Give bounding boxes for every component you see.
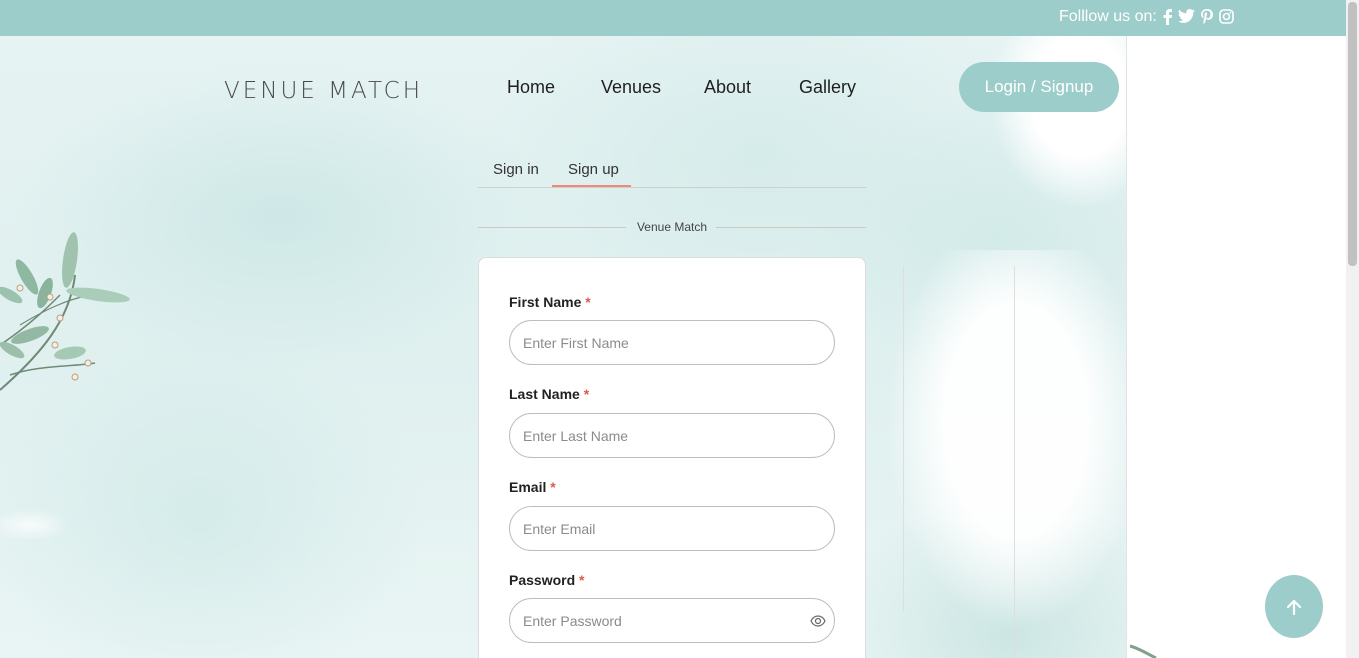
signup-form: First Name * Last Name * Email * Passwor… (478, 257, 866, 658)
password-label: Password * (509, 572, 585, 588)
follow-label: Folllow us on: (1059, 8, 1157, 25)
divider-line (478, 227, 626, 228)
scrollbar-thumb[interactable] (1348, 2, 1357, 266)
right-panel (1126, 36, 1347, 658)
leaf-decoration-icon (1129, 644, 1157, 658)
nav-gallery[interactable]: Gallery (799, 77, 856, 98)
background-splash (866, 250, 1126, 658)
twitter-icon[interactable] (1177, 9, 1195, 23)
pinterest-icon[interactable] (1200, 9, 1213, 25)
site-logo[interactable]: VENUE MATCH (224, 78, 423, 104)
password-field[interactable] (509, 598, 835, 643)
last-name-field[interactable] (509, 413, 835, 458)
background-splash (0, 505, 80, 545)
nav-home[interactable]: Home (507, 77, 555, 98)
top-bar: Folllow us on: (0, 0, 1346, 36)
tab-sign-in[interactable]: Sign in (493, 161, 539, 178)
tab-sign-up[interactable]: Sign up (568, 161, 619, 178)
eye-icon[interactable] (810, 615, 826, 627)
facebook-icon[interactable] (1163, 9, 1172, 25)
nav-about[interactable]: About (704, 77, 751, 98)
email-field[interactable] (509, 506, 835, 551)
section-divider: Venue Match (478, 220, 866, 236)
arrow-up-icon (1286, 599, 1302, 615)
login-signup-button[interactable]: Login / Signup (959, 62, 1119, 112)
divider-label: Venue Match (636, 220, 708, 234)
first-name-label: First Name * (509, 294, 591, 310)
email-label: Email * (509, 479, 556, 495)
back-to-top-button[interactable] (1265, 575, 1323, 638)
divider-line (903, 266, 904, 612)
divider-line (716, 227, 866, 228)
active-tab-indicator (552, 185, 631, 187)
social-links: Folllow us on: (1059, 8, 1234, 26)
leaves-decoration-icon (0, 232, 130, 391)
last-name-label: Last Name * (509, 386, 590, 402)
nav-venues[interactable]: Venues (601, 77, 661, 98)
divider-line (1014, 266, 1015, 658)
auth-tabs: Sign in Sign up (478, 150, 866, 188)
first-name-field[interactable] (509, 320, 835, 365)
instagram-icon[interactable] (1219, 9, 1234, 24)
